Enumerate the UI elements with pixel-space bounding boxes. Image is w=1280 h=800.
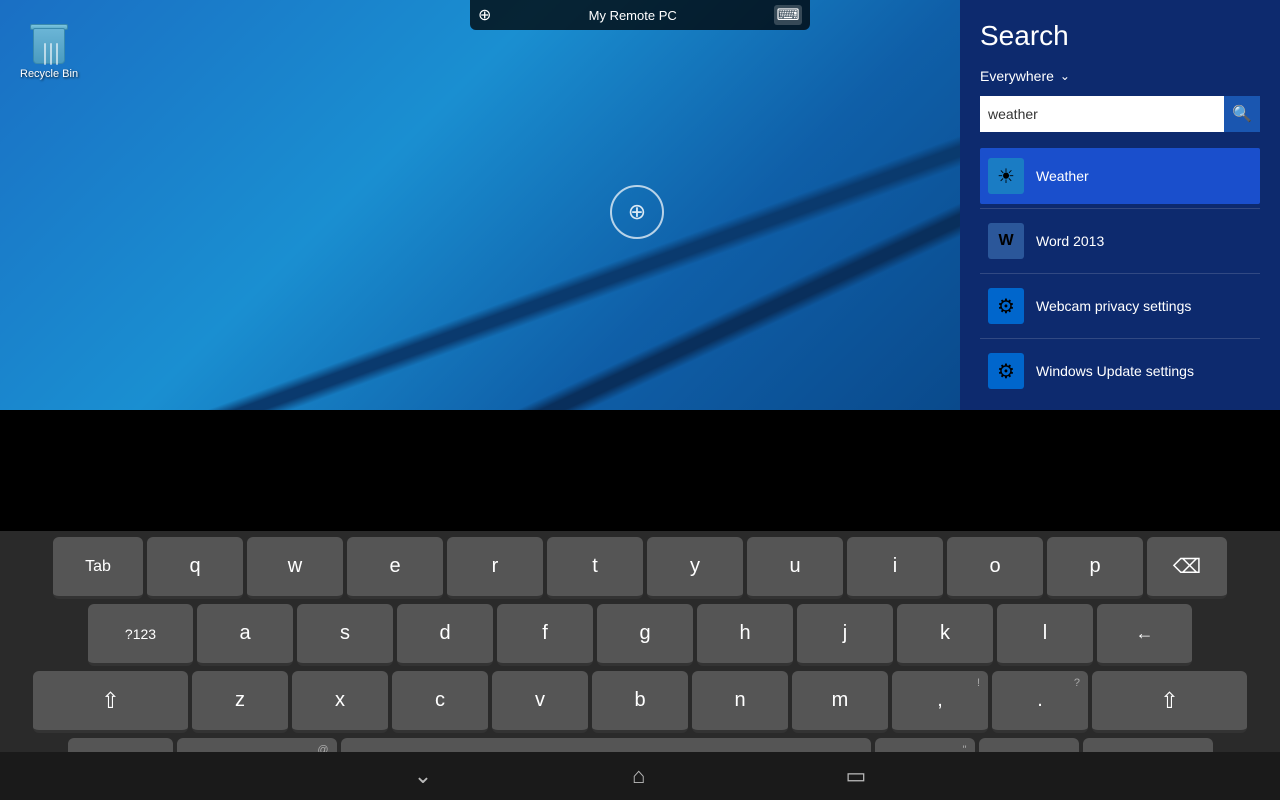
divider3	[980, 338, 1260, 339]
key-v[interactable]: v	[492, 671, 588, 733]
key-l[interactable]: l	[997, 604, 1093, 666]
key-o[interactable]: o	[947, 537, 1043, 599]
recent-nav-button[interactable]: ▭	[845, 763, 866, 789]
webcam-result-label: Webcam privacy settings	[1036, 298, 1191, 314]
remote-pc-title: My Remote PC	[491, 8, 774, 23]
keyboard-row-3: ⇧ z x c v b n m ,! .? ⇧	[4, 671, 1276, 733]
key-i[interactable]: i	[847, 537, 943, 599]
recycle-bin-label: Recycle Bin	[20, 68, 78, 80]
key-a[interactable]: a	[197, 604, 293, 666]
key-x[interactable]: x	[292, 671, 388, 733]
weather-app-icon: ☀	[988, 158, 1024, 194]
search-results: ☀ Weather W Word 2013 ⚙ Webcam privacy s…	[980, 148, 1260, 399]
key-t[interactable]: t	[547, 537, 643, 599]
drag-arrows-icon: ⊕	[628, 199, 646, 225]
nav-bar: ⌄ ⌂ ▭	[0, 752, 1280, 800]
search-panel: Search Everywhere ⌄ 🔍 ☀ Weather W Word 2…	[960, 0, 1280, 410]
key-j[interactable]: j	[797, 604, 893, 666]
tab-key[interactable]: Tab	[53, 537, 143, 599]
drag-handle[interactable]: ⊕	[610, 185, 664, 239]
keyboard-row-2: ?123 a s d f g h j k l ←	[4, 604, 1276, 666]
shift-right-key[interactable]: ⇧	[1092, 671, 1247, 733]
search-result-winupdate[interactable]: ⚙ Windows Update settings	[980, 343, 1260, 399]
search-result-word2013[interactable]: W Word 2013	[980, 213, 1260, 269]
key-g[interactable]: g	[597, 604, 693, 666]
backspace-key[interactable]: ⌫	[1147, 537, 1227, 599]
key-p[interactable]: p	[1047, 537, 1143, 599]
keyboard-toggle-button[interactable]: ⌨	[774, 5, 802, 25]
key-k[interactable]: k	[897, 604, 993, 666]
divider2	[980, 273, 1260, 274]
key-y[interactable]: y	[647, 537, 743, 599]
key-r[interactable]: r	[447, 537, 543, 599]
key-comma[interactable]: ,!	[892, 671, 988, 733]
weather-result-label: Weather	[1036, 168, 1089, 184]
key-q[interactable]: q	[147, 537, 243, 599]
key-b[interactable]: b	[592, 671, 688, 733]
search-title: Search	[980, 20, 1260, 52]
shift-left-key[interactable]: ⇧	[33, 671, 188, 733]
search-box-container: 🔍	[980, 96, 1260, 132]
num-switch-key[interactable]: ?123	[88, 604, 193, 666]
enter-key[interactable]: ←	[1097, 604, 1192, 666]
search-icon: 🔍	[1232, 104, 1252, 124]
back-nav-button[interactable]: ⌄	[414, 763, 432, 789]
search-scope-dropdown[interactable]: Everywhere ⌄	[980, 68, 1260, 84]
recycle-bin-icon	[29, 20, 69, 64]
key-c[interactable]: c	[392, 671, 488, 733]
move-icon[interactable]: ⊕	[478, 5, 491, 25]
search-button[interactable]: 🔍	[1224, 96, 1260, 132]
search-scope-label: Everywhere	[980, 68, 1054, 84]
key-w[interactable]: w	[247, 537, 343, 599]
search-result-weather[interactable]: ☀ Weather	[980, 148, 1260, 204]
keyboard-row-1: Tab q w e r t y u i o p ⌫	[4, 537, 1276, 599]
word2013-result-label: Word 2013	[1036, 233, 1104, 249]
divider	[980, 208, 1260, 209]
key-z[interactable]: z	[192, 671, 288, 733]
key-d[interactable]: d	[397, 604, 493, 666]
key-m[interactable]: m	[792, 671, 888, 733]
webcam-settings-icon: ⚙	[988, 288, 1024, 324]
home-nav-button[interactable]: ⌂	[632, 763, 645, 789]
key-e[interactable]: e	[347, 537, 443, 599]
chevron-down-icon: ⌄	[1060, 69, 1070, 83]
key-u[interactable]: u	[747, 537, 843, 599]
recycle-bin[interactable]: Recycle Bin	[20, 20, 78, 80]
winupdate-result-label: Windows Update settings	[1036, 363, 1194, 379]
search-result-webcam[interactable]: ⚙ Webcam privacy settings	[980, 278, 1260, 334]
key-period[interactable]: .?	[992, 671, 1088, 733]
search-input[interactable]	[980, 96, 1224, 132]
key-s[interactable]: s	[297, 604, 393, 666]
key-f[interactable]: f	[497, 604, 593, 666]
remote-toolbar: ⊕ My Remote PC ⌨	[470, 0, 810, 30]
desktop	[0, 0, 960, 410]
word-app-icon: W	[988, 223, 1024, 259]
key-h[interactable]: h	[697, 604, 793, 666]
key-n[interactable]: n	[692, 671, 788, 733]
winupdate-settings-icon: ⚙	[988, 353, 1024, 389]
